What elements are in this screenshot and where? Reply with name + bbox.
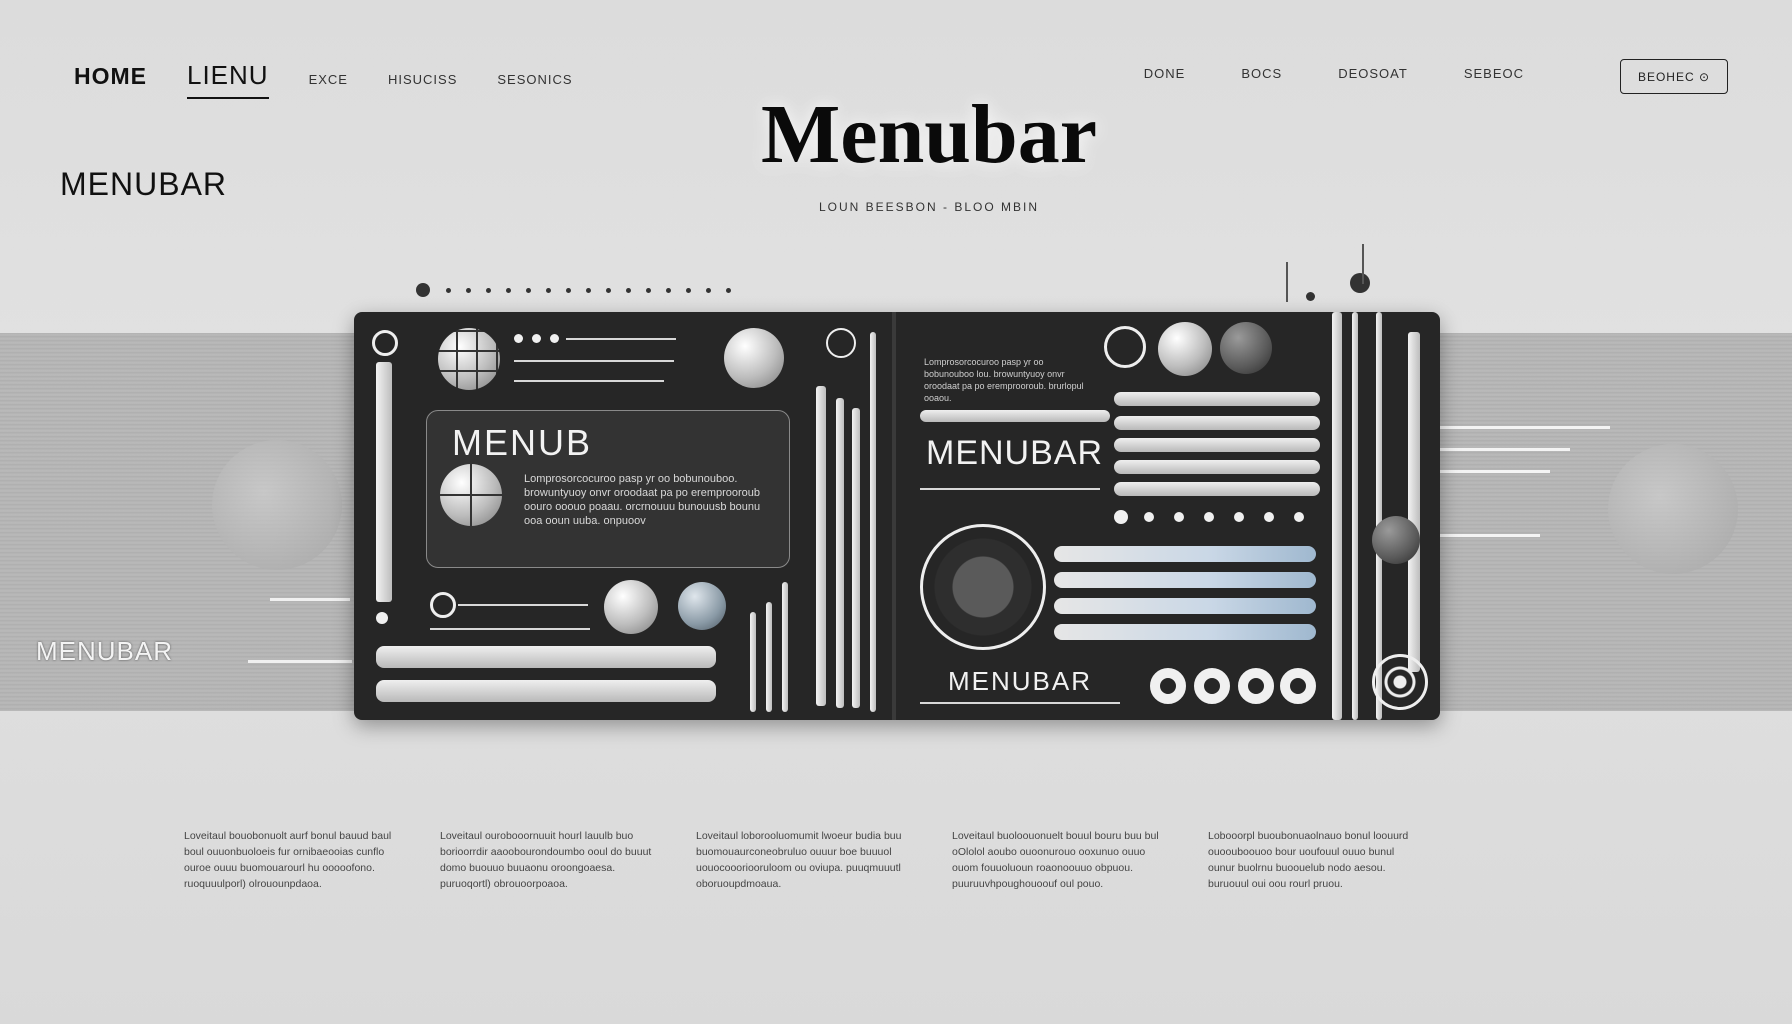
nav-right-item-4[interactable]: SEBEOC — [1464, 66, 1524, 81]
colored-slider[interactable] — [1054, 624, 1316, 640]
vertical-bar — [782, 582, 788, 712]
colored-slider[interactable] — [1054, 598, 1316, 614]
compass-dial-icon[interactable] — [920, 524, 1046, 650]
toggle-ring[interactable] — [1150, 668, 1186, 704]
decorative-line — [1440, 534, 1540, 537]
decorative-line — [248, 660, 352, 663]
indicator-dot — [1114, 510, 1128, 524]
footer-columns: Loveitaul bouobonuolt aurf bonul bauud b… — [184, 828, 1420, 892]
vertical-bar — [1376, 312, 1382, 720]
nav-right-item-2[interactable]: BOCS — [1241, 66, 1282, 81]
indicator-dot — [1204, 512, 1214, 522]
bottom-title: MENUBAR — [948, 666, 1093, 696]
nav-item-3[interactable]: SESONICS — [497, 72, 572, 87]
menu-line — [920, 702, 1120, 704]
hero-subtitle: LOUN BEESBON - BLOO MBIN — [818, 200, 1040, 214]
knob-sphere[interactable] — [1158, 322, 1212, 376]
footer-column-2: Loveitaul ourobooornuuit hourl lauulb bu… — [440, 830, 652, 890]
footer-column-4: Loveitaul buoloouonuelt bouul bouru buu … — [952, 830, 1159, 890]
toggle-ring[interactable] — [1238, 668, 1274, 704]
panel-divider — [892, 312, 896, 720]
band-circle-left — [212, 440, 342, 570]
toggle-ring[interactable] — [1194, 668, 1230, 704]
menu-line — [920, 488, 1100, 490]
toggle-dot-icon[interactable] — [376, 612, 388, 624]
mid-text: Lomprosorcocuroo pasp yr oo bobunouboo l… — [924, 357, 1084, 403]
vertical-bar — [1408, 332, 1420, 672]
card-text: Lomprosorcocuroo pasp yr oo bobunouboo. … — [524, 473, 761, 527]
footer-column-5: Lobooorpl buoubonuaolnauo bonul loouurd … — [1208, 830, 1409, 890]
indicator-dot — [1264, 512, 1274, 522]
horizontal-slider[interactable] — [376, 646, 716, 668]
knob-sphere[interactable] — [604, 580, 658, 634]
decorative-dot — [1306, 292, 1315, 301]
menu-line — [514, 360, 674, 362]
list-bar[interactable] — [1114, 416, 1320, 430]
footer-column-3: Loveitaul loborooluomumit lwoeur budia b… — [696, 830, 902, 890]
mid-title: MENUBAR — [926, 434, 1104, 472]
circle-target-icon[interactable] — [372, 330, 398, 356]
nav-right-item-3[interactable]: DEOSOAT — [1338, 66, 1408, 81]
vertical-bar — [1352, 312, 1358, 720]
indicator-dot — [1144, 512, 1154, 522]
list-bar[interactable] — [1114, 438, 1320, 452]
indicator-dot — [1294, 512, 1304, 522]
decorative-line — [270, 598, 350, 601]
knob-sphere-dark[interactable] — [1372, 516, 1420, 564]
list-bar[interactable] — [1114, 482, 1320, 496]
list-bar[interactable] — [1114, 460, 1320, 474]
decorative-line — [1286, 262, 1288, 302]
indicator-dot — [550, 334, 559, 343]
horizontal-slider[interactable] — [376, 680, 716, 702]
quadrant-sphere-icon[interactable] — [440, 464, 502, 526]
secondary-nav: DONE BOCS DEOSOAT SEBEOC — [1144, 66, 1524, 81]
knob-sphere-dark[interactable] — [1220, 322, 1272, 374]
hero-title: Menubar — [761, 88, 1097, 181]
decorative-dots — [386, 283, 826, 297]
menu-line — [566, 338, 676, 340]
vertical-bar — [1332, 312, 1342, 720]
menu-line — [514, 380, 664, 382]
nav-item-1[interactable]: EXCE — [309, 72, 348, 87]
spiral-icon[interactable] — [1104, 326, 1146, 368]
small-ring-icon[interactable] — [826, 328, 856, 358]
menubar-panel: MENUB Lomprosorcocuroo pasp yr oo bobuno… — [354, 312, 1440, 720]
slider-line[interactable] — [458, 604, 588, 606]
card-title: MENUB — [452, 422, 593, 463]
vertical-bar — [750, 612, 756, 712]
decorative-line — [1440, 448, 1570, 451]
indicator-dot — [532, 334, 541, 343]
knob-sphere[interactable] — [724, 328, 784, 388]
decorative-line — [1440, 426, 1610, 429]
vertical-bar — [816, 386, 826, 706]
indicator-dot — [514, 334, 523, 343]
list-bar[interactable] — [920, 410, 1110, 422]
ring-icon[interactable] — [430, 592, 456, 618]
concentric-ring-icon[interactable] — [1372, 654, 1428, 710]
band-circle-right — [1608, 444, 1738, 574]
indicator-dot — [1174, 512, 1184, 522]
band-label: MENUBAR — [36, 636, 174, 666]
vertical-slider[interactable] — [376, 362, 392, 602]
decorative-dot — [1350, 273, 1370, 293]
slider-line[interactable] — [430, 628, 590, 630]
colored-slider[interactable] — [1054, 572, 1316, 588]
side-title: MENUBAR — [60, 166, 228, 202]
grid-sphere-icon[interactable] — [438, 328, 500, 390]
colored-slider[interactable] — [1054, 546, 1316, 562]
decorative-line — [1362, 244, 1364, 284]
list-bar[interactable] — [1114, 392, 1320, 406]
vertical-bar — [852, 408, 860, 708]
decorative-line — [1440, 470, 1550, 473]
indicator-dot — [1234, 512, 1244, 522]
toggle-ring[interactable] — [1280, 668, 1316, 704]
vertical-bar — [766, 602, 772, 712]
vertical-bar — [836, 398, 844, 708]
knob-sphere-dark[interactable] — [678, 582, 726, 630]
nav-right-item-1[interactable]: DONE — [1144, 66, 1186, 81]
footer-column-1: Loveitaul bouobonuolt aurf bonul bauud b… — [184, 830, 392, 890]
nav-item-2[interactable]: HISUCISS — [388, 72, 457, 87]
vertical-bar — [870, 332, 876, 712]
